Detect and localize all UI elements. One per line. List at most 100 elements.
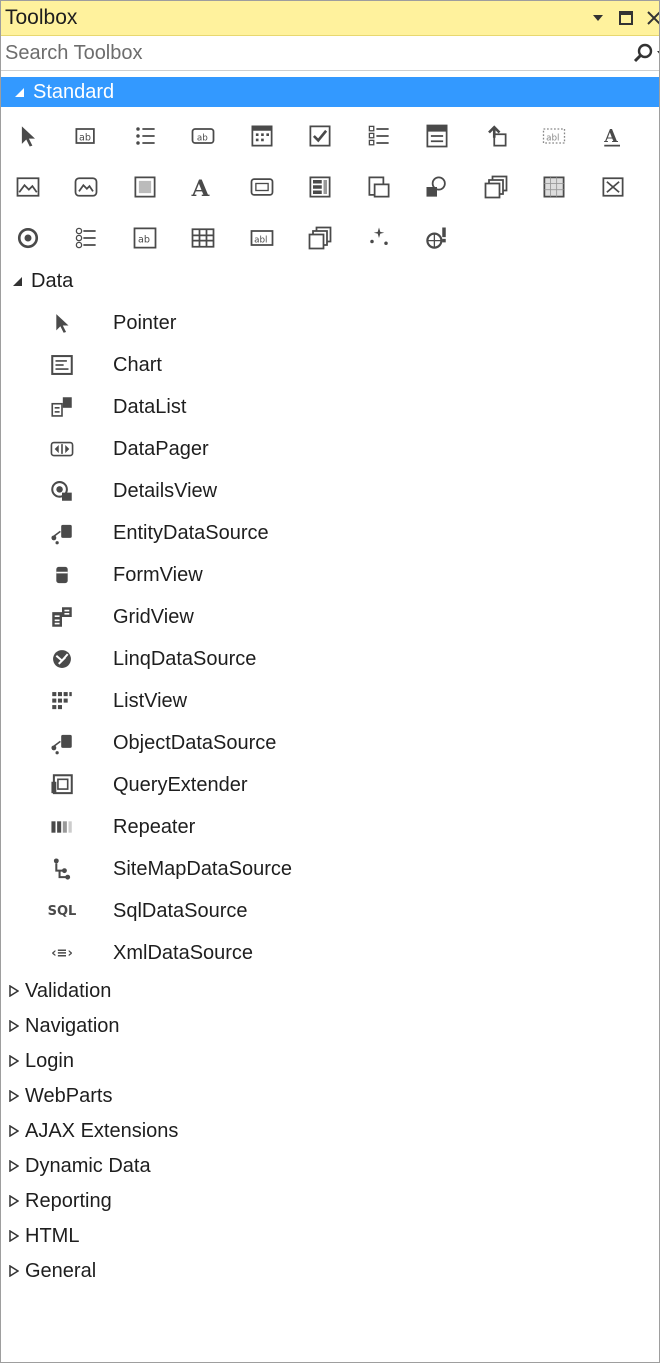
dropdown-arrow-icon[interactable] <box>589 9 607 27</box>
chart-icon <box>47 350 77 380</box>
radiobutton-icon[interactable] <box>5 215 50 260</box>
svg-text:ab: ab <box>79 132 91 143</box>
checkboxlist-icon[interactable] <box>356 113 401 158</box>
panel-icon[interactable] <box>532 164 577 209</box>
sitemapdatasource-icon <box>47 854 77 884</box>
close-icon[interactable] <box>645 9 659 27</box>
data-item-sitemapdatasource[interactable]: SiteMapDataSource <box>1 848 659 890</box>
gridview-icon <box>47 602 77 632</box>
collapsed-categories: Validation Navigation Login WebParts AJAX Ex… <box>1 974 659 1289</box>
multiview-icon[interactable] <box>473 164 518 209</box>
data-item-datalist[interactable]: DataList <box>1 386 659 428</box>
view-icon[interactable] <box>298 215 343 260</box>
data-item-gridview[interactable]: GridView <box>1 596 659 638</box>
data-item-datapager[interactable]: DataPager <box>1 428 659 470</box>
data-item-label: Pointer <box>113 311 177 334</box>
localize-icon[interactable] <box>415 164 460 209</box>
window-title: Toolbox <box>5 6 78 29</box>
data-item-queryextender[interactable]: QueryExtender <box>1 764 659 806</box>
svg-text:ab: ab <box>138 234 150 245</box>
category-standard[interactable]: Standard <box>1 77 659 107</box>
objectdatasource-icon <box>47 728 77 758</box>
category-label: WebParts <box>25 1085 113 1107</box>
data-item-repeater[interactable]: Repeater <box>1 806 659 848</box>
svg-text:ab: ab <box>197 133 208 143</box>
category-html[interactable]: HTML <box>1 1219 659 1254</box>
data-item-detailsview[interactable]: DetailsView <box>1 470 659 512</box>
linkbutton-icon[interactable] <box>239 164 284 209</box>
collapsed-triangle-icon <box>9 980 20 1003</box>
adrotator-icon[interactable]: ab <box>64 113 109 158</box>
data-item-label: FormView <box>113 563 203 586</box>
textbox-icon[interactable]: abl <box>239 215 284 260</box>
imagemap-icon[interactable] <box>122 164 167 209</box>
search-bar <box>1 36 659 71</box>
collapsed-triangle-icon <box>9 1190 20 1213</box>
svg-text:A: A <box>191 175 210 200</box>
xmldatasource-icon-glyph: ‹≡› <box>51 945 73 961</box>
data-item-linqdatasource[interactable]: LinqDataSource <box>1 638 659 680</box>
checkbox-icon[interactable] <box>298 113 343 158</box>
wizard-icon[interactable] <box>356 215 401 260</box>
data-item-label: Chart <box>113 353 162 376</box>
category-label: Reporting <box>25 1190 112 1212</box>
data-item-entitydatasource[interactable]: EntityDataSource <box>1 512 659 554</box>
datapager-icon <box>47 434 77 464</box>
category-standard-label: Standard <box>33 80 115 103</box>
label-icon[interactable]: A <box>181 164 226 209</box>
svg-text:A: A <box>603 127 618 147</box>
category-login[interactable]: Login <box>1 1044 659 1079</box>
substitution-icon[interactable]: ab <box>122 215 167 260</box>
collapsed-triangle-icon <box>9 1015 20 1038</box>
collapsed-triangle-icon <box>9 1260 20 1283</box>
category-label: Login <box>25 1050 74 1072</box>
dropdownlist-icon[interactable] <box>415 113 460 158</box>
category-data[interactable]: Data <box>1 260 659 302</box>
category-ajax-extensions[interactable]: AJAX Extensions <box>1 1114 659 1149</box>
calendar-icon[interactable] <box>239 113 284 158</box>
data-item-formview[interactable]: FormView <box>1 554 659 596</box>
sqldatasource-icon: SQL <box>47 896 77 926</box>
button-icon[interactable]: ab <box>181 113 226 158</box>
pointer-icon[interactable] <box>5 113 50 158</box>
fileupload-icon[interactable] <box>473 113 518 158</box>
category-reporting[interactable]: Reporting <box>1 1184 659 1219</box>
data-item-sqldatasource[interactable]: SQL SqlDataSource <box>1 890 659 932</box>
maximize-icon[interactable] <box>617 9 635 27</box>
placeholder-icon[interactable] <box>590 164 635 209</box>
data-item-listview[interactable]: ListView <box>1 680 659 722</box>
listbox-icon[interactable] <box>298 164 343 209</box>
xml-icon[interactable] <box>415 215 460 260</box>
data-item-label: EntityDataSource <box>113 521 269 544</box>
formview-icon <box>47 560 77 590</box>
search-button[interactable] <box>632 42 659 64</box>
category-webparts[interactable]: WebParts <box>1 1079 659 1114</box>
data-item-label: DataPager <box>113 437 209 460</box>
data-item-objectdatasource[interactable]: ObjectDataSource <box>1 722 659 764</box>
data-item-label: ListView <box>113 689 188 712</box>
category-data-label: Data <box>31 269 74 292</box>
radiobuttonlist-icon[interactable] <box>64 215 109 260</box>
entitydatasource-icon <box>47 518 77 548</box>
imagebutton-icon[interactable] <box>64 164 109 209</box>
bulletedlist-icon[interactable] <box>122 113 167 158</box>
data-item-xmldatasource[interactable]: ‹≡› XmlDataSource <box>1 932 659 974</box>
hiddenfield-icon[interactable]: abl <box>532 113 577 158</box>
category-validation[interactable]: Validation <box>1 974 659 1009</box>
collapsed-triangle-icon <box>9 1120 20 1143</box>
data-item-pointer[interactable]: Pointer <box>1 302 659 344</box>
literal-icon[interactable] <box>356 164 401 209</box>
hyperlink-icon[interactable]: A <box>590 113 635 158</box>
category-label: Navigation <box>25 1015 120 1037</box>
category-navigation[interactable]: Navigation <box>1 1009 659 1044</box>
category-general[interactable]: General <box>1 1254 659 1289</box>
data-item-chart[interactable]: Chart <box>1 344 659 386</box>
table-icon[interactable] <box>181 215 226 260</box>
category-dynamic-data[interactable]: Dynamic Data <box>1 1149 659 1184</box>
image-icon[interactable] <box>5 164 50 209</box>
search-input[interactable] <box>5 41 565 65</box>
category-label: HTML <box>25 1225 80 1247</box>
search-icon <box>633 43 653 63</box>
toolbox-window: Toolbox Standard ab ab abl A A <box>0 0 660 1363</box>
title-bar[interactable]: Toolbox <box>1 1 659 36</box>
